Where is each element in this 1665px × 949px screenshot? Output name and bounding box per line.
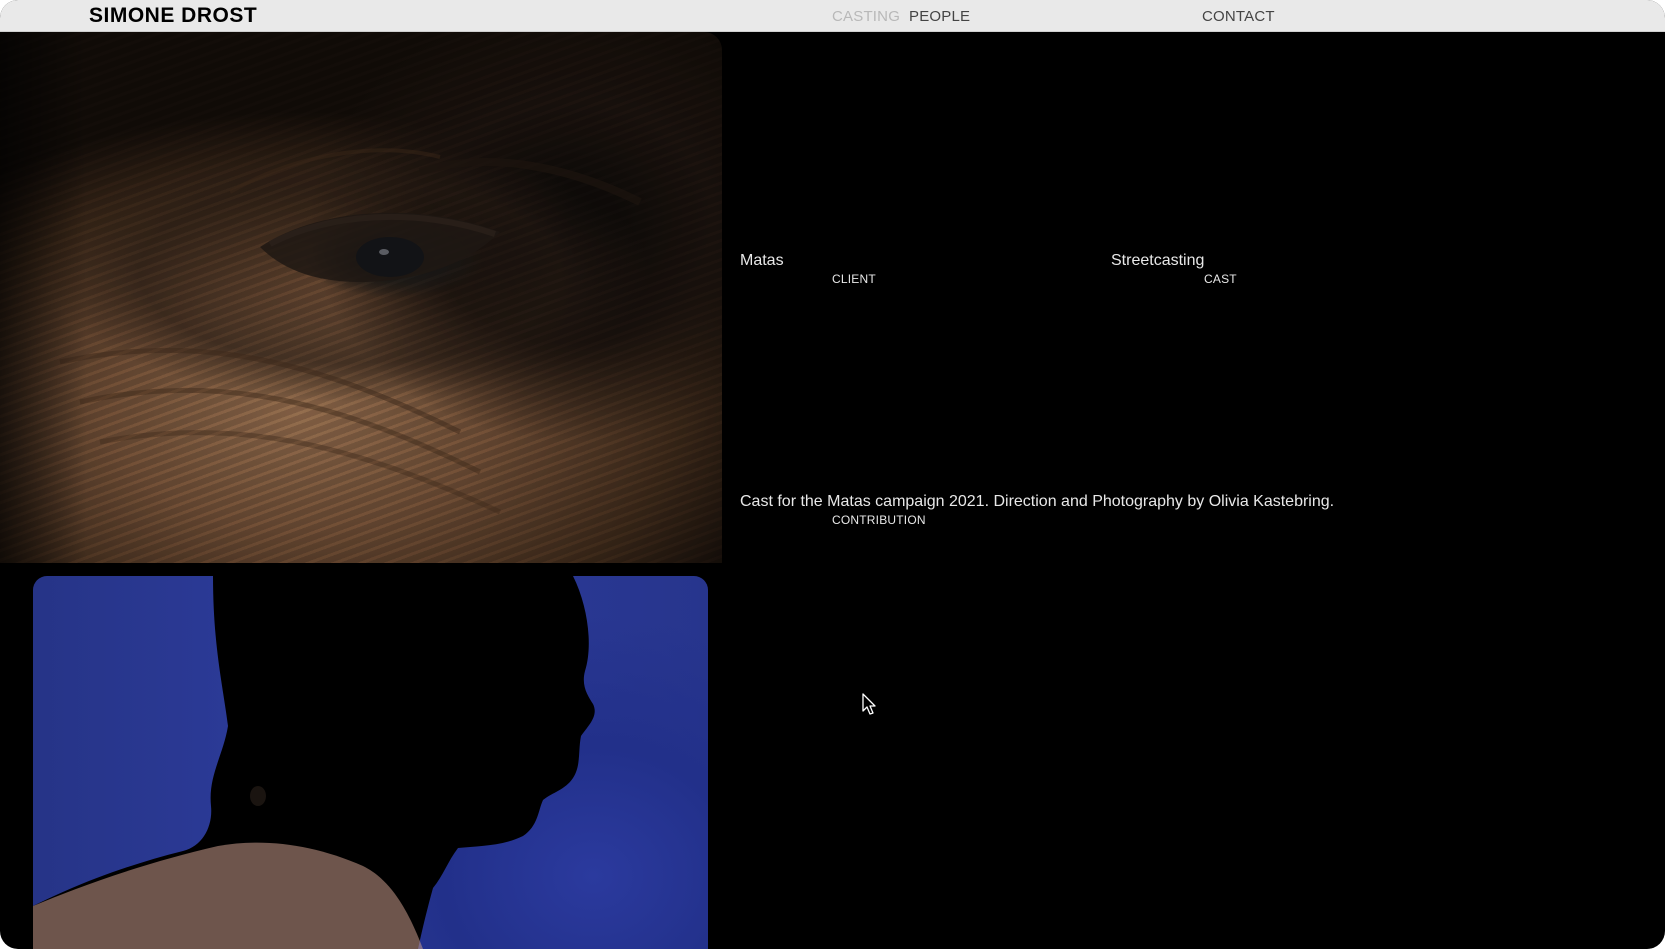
contribution-value: Cast for the Matas campaign 2021. Direct… — [740, 493, 1335, 510]
eye-detail-graphic — [59, 148, 642, 515]
silhouette-graphic — [33, 576, 595, 949]
brand-logo[interactable]: SIMONE DROST — [89, 4, 257, 28]
profile-silhouette-photo[interactable] — [33, 576, 708, 949]
page-frame: SIMONE DROST CASTING PEOPLE CONTACT Mata… — [0, 0, 1665, 949]
cast-value: Streetcasting — [1111, 252, 1205, 269]
contribution-label: CONTRIBUTION — [832, 513, 926, 527]
client-label: CLIENT — [832, 272, 876, 286]
mouse-cursor-icon — [862, 693, 876, 715]
cast-label: CAST — [1204, 272, 1237, 286]
top-navigation-bar: SIMONE DROST CASTING PEOPLE CONTACT — [0, 0, 1665, 32]
eye-closeup-photo[interactable] — [0, 32, 722, 563]
nav-link-casting[interactable]: CASTING — [832, 8, 900, 25]
nav-link-people[interactable]: PEOPLE — [909, 8, 970, 25]
nav-link-contact[interactable]: CONTACT — [1202, 8, 1275, 25]
client-value: Matas — [740, 252, 784, 269]
